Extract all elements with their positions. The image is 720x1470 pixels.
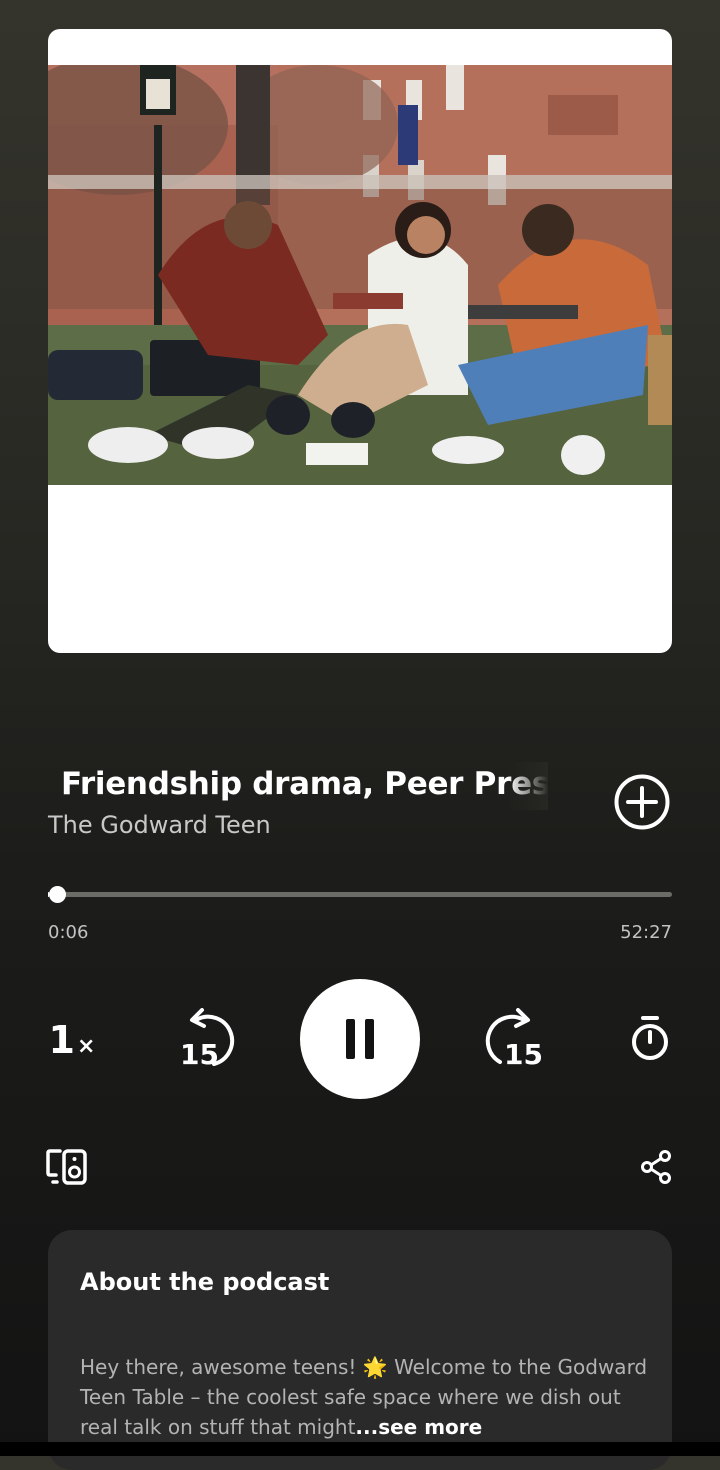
pause-icon-bar-right	[365, 1019, 374, 1059]
show-name[interactable]: The Godward Teen	[48, 808, 271, 842]
episode-artwork	[48, 29, 672, 653]
bottom-edge	[0, 1442, 720, 1456]
add-circle-icon[interactable]	[612, 772, 672, 832]
speed-suffix: ×	[77, 1033, 96, 1059]
progress-bar[interactable]	[48, 886, 672, 903]
progress-handle[interactable]	[49, 886, 67, 903]
rewind-label: 15	[180, 1038, 219, 1070]
forward-15-icon[interactable]: 15	[478, 1008, 544, 1070]
share-icon[interactable]	[640, 1150, 672, 1184]
sleep-timer-icon[interactable]	[628, 1015, 672, 1063]
forward-label: 15	[504, 1038, 543, 1070]
artwork-photo	[48, 65, 672, 485]
about-title: About the podcast	[80, 1268, 330, 1296]
about-description-container: Hey there, awesome teens! 🌟 Welcome to t…	[80, 1352, 655, 1442]
elapsed-time: 0:06	[48, 922, 89, 943]
connect-device-icon[interactable]	[46, 1148, 88, 1186]
title-fade-overlay	[508, 762, 548, 810]
see-more-link[interactable]: ...see more	[355, 1415, 482, 1439]
playback-speed-button[interactable]: 1 ×	[40, 1012, 104, 1068]
speed-value: 1	[48, 1018, 75, 1062]
about-podcast-card[interactable]: About the podcast Hey there, awesome tee…	[48, 1230, 672, 1470]
pause-button[interactable]	[300, 979, 420, 1099]
rewind-15-icon[interactable]: 15	[176, 1008, 242, 1070]
pause-icon-bar-left	[346, 1019, 355, 1059]
episode-title-container: Friendship drama, Peer Pressure	[48, 762, 548, 810]
total-duration: 52:27	[620, 922, 672, 943]
episode-title: Friendship drama, Peer Pressure	[61, 766, 548, 802]
